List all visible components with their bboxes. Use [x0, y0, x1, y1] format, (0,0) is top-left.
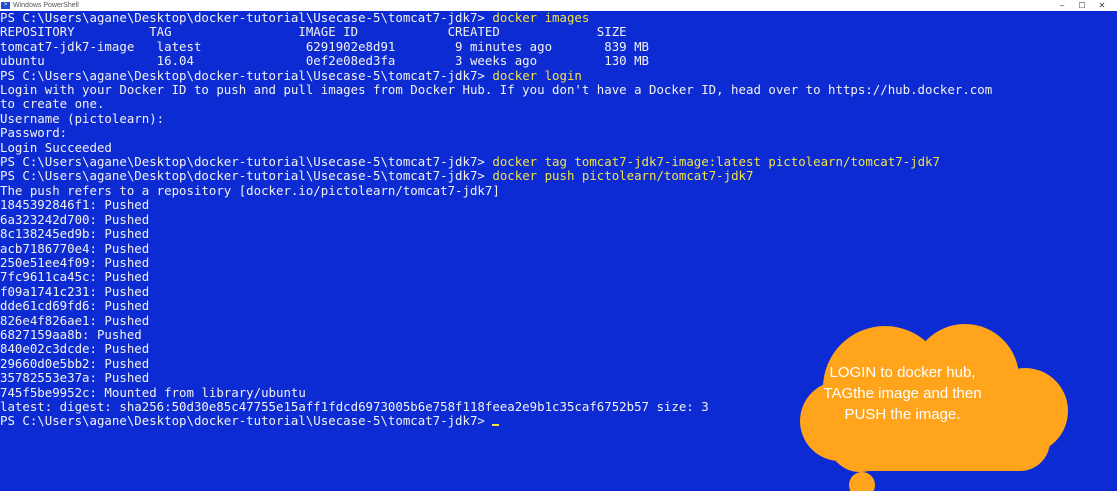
push-layer-line: f09a1741c231: Pushed	[0, 283, 150, 299]
maximize-button[interactable]: ☐	[1073, 0, 1091, 11]
push-layer-line: 250e51ee4f09: Pushed	[0, 254, 150, 270]
prompt: PS C:\Users\agane\Desktop\docker-tutoria…	[0, 413, 485, 429]
images-table-row: ubuntu 16.04 0ef2e08ed3fa 3 weeks ago 13…	[0, 53, 650, 69]
images-table-row: tomcat7-jdk7-image latest 6291902e8d91 9…	[0, 38, 650, 54]
close-button[interactable]: ✕	[1093, 0, 1111, 11]
push-layer-line: 6827159aa8b: Pushed	[0, 326, 142, 342]
push-layer-line: 6a323242d700: Pushed	[0, 211, 150, 227]
output-line: Username (pictolearn):	[0, 110, 165, 126]
digest-line: latest: digest: sha256:50d30e85c47755e15…	[0, 398, 709, 414]
images-table-header: REPOSITORY TAG IMAGE ID CREATED SIZE	[0, 24, 627, 40]
command-docker-login: docker login	[492, 67, 582, 83]
command-docker-tag: docker tag tomcat7-jdk7-image:latest pic…	[492, 154, 940, 170]
output-line: Login with your Docker ID to push and pu…	[0, 82, 993, 98]
push-layer-line: 7fc9611ca45c: Pushed	[0, 269, 150, 285]
minimize-button[interactable]: –	[1053, 0, 1071, 11]
push-layer-line: dde61cd69fd6: Pushed	[0, 298, 150, 314]
output-line: Password:	[0, 125, 68, 141]
command-docker-push: docker push pictolearn/tomcat7-jdk7	[492, 168, 754, 184]
command-docker-images: docker images	[492, 10, 590, 25]
push-layer-line: 745f5be9952c: Mounted from library/ubunt…	[0, 384, 306, 400]
prompt: PS C:\Users\agane\Desktop\docker-tutoria…	[0, 67, 485, 83]
output-line: The push refers to a repository [docker.…	[0, 182, 500, 198]
push-layer-line: 8c138245ed9b: Pushed	[0, 226, 150, 242]
output-line: Login Succeeded	[0, 139, 112, 155]
callout-text: LOGIN to docker hub, TAGthe image and th…	[823, 364, 982, 423]
output-line: to create one.	[0, 96, 105, 112]
push-layer-line: 840e02c3dcde: Pushed	[0, 341, 150, 357]
powershell-icon: >	[1, 2, 10, 9]
push-layer-line: 29660d0e5bb2: Pushed	[0, 355, 150, 371]
prompt: PS C:\Users\agane\Desktop\docker-tutoria…	[0, 168, 485, 184]
push-layer-line: 35782553e37a: Pushed	[0, 370, 150, 386]
push-layer-line: 826e4f826ae1: Pushed	[0, 312, 150, 328]
push-layer-line: 1845392846f1: Pushed	[0, 197, 150, 213]
prompt: PS C:\Users\agane\Desktop\docker-tutoria…	[0, 154, 485, 170]
text-cursor	[492, 424, 500, 427]
push-layer-line: acb7186770e4: Pushed	[0, 240, 150, 256]
prompt: PS C:\Users\agane\Desktop\docker-tutoria…	[0, 10, 485, 25]
